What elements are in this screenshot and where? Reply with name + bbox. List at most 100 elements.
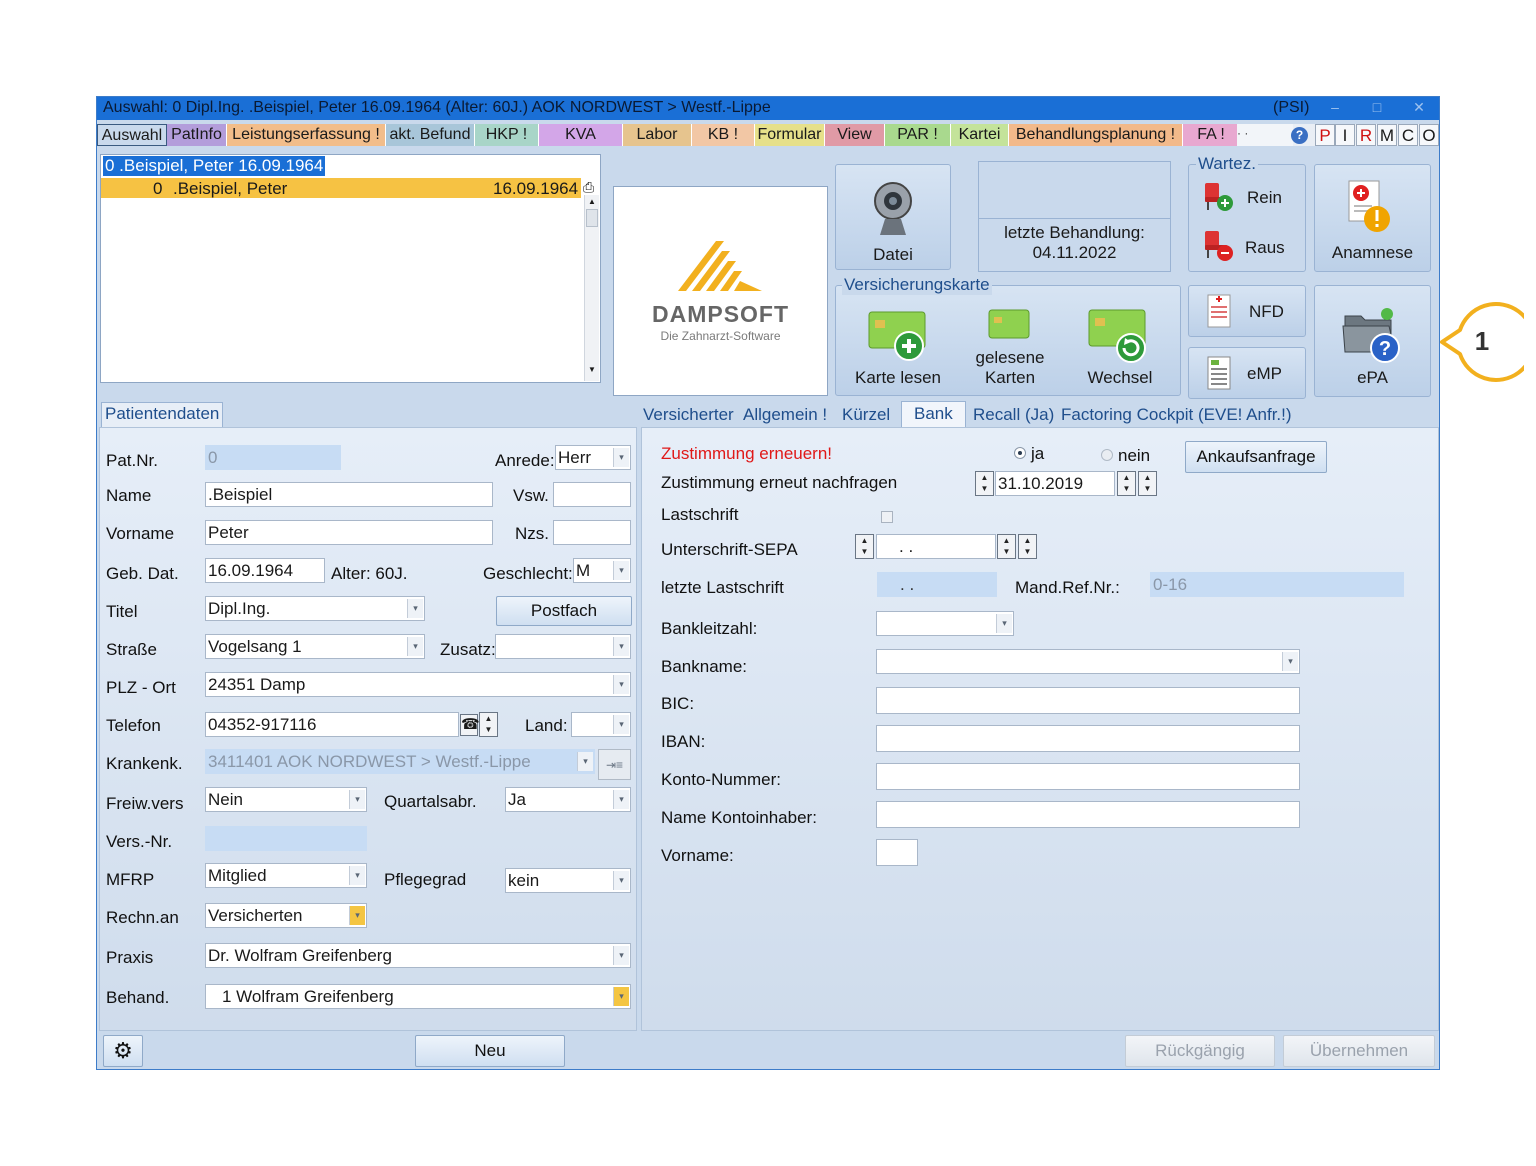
scroll-up-icon[interactable]: ▲ xyxy=(588,197,596,206)
postfach-button[interactable]: Postfach xyxy=(496,596,632,626)
wechsel-button[interactable]: Wechsel xyxy=(1065,302,1175,394)
behand-select[interactable]: 1 Wolfram Greifenberg ▾ xyxy=(205,984,631,1009)
ja-radio[interactable] xyxy=(1014,447,1026,459)
module-tab[interactable]: KVA xyxy=(539,124,623,146)
module-tab[interactable]: Leistungserfassung ! xyxy=(227,124,386,146)
chevron-down-icon[interactable]: ▾ xyxy=(996,614,1012,633)
insurance-list-icon[interactable]: ⇥≡ xyxy=(598,749,631,780)
gear-icon[interactable]: ⚙ xyxy=(103,1035,143,1067)
chevron-down-icon[interactable]: ▾ xyxy=(613,561,629,580)
nachfragen-date-field[interactable]: 31.10.2019 xyxy=(995,471,1115,496)
epa-button[interactable]: ? ePA xyxy=(1314,285,1431,397)
datei-button[interactable]: Datei xyxy=(835,164,951,270)
rueckgaengig-button[interactable]: Rückgängig xyxy=(1125,1035,1275,1067)
chevron-down-icon[interactable]: ▾ xyxy=(613,790,629,809)
anrede-select[interactable]: Herr ▾ xyxy=(555,445,631,470)
patient-row-selected[interactable]: 0 .Beispiel, Peter 16.09.1964 xyxy=(101,178,581,198)
konto-field[interactable] xyxy=(876,763,1300,790)
telefon-spinner[interactable]: ▲ ▼ xyxy=(479,712,498,737)
module-tab[interactable]: PatInfo xyxy=(167,124,227,146)
vorname-field[interactable]: Peter xyxy=(205,520,493,545)
i-button[interactable]: I xyxy=(1335,124,1355,146)
chevron-down-icon[interactable]: ▾ xyxy=(349,906,365,925)
module-tab[interactable]: Auswahl xyxy=(97,124,167,146)
strasse-select[interactable]: Vogelsang 1 ▾ xyxy=(205,634,425,659)
o-button[interactable]: O xyxy=(1419,124,1439,146)
chevron-down-icon[interactable]: ▾ xyxy=(613,871,629,890)
freiw-select[interactable]: Nein ▾ xyxy=(205,787,367,812)
r-button[interactable]: R xyxy=(1356,124,1376,146)
chevron-down-icon[interactable]: ▾ xyxy=(613,987,629,1006)
telefon-field[interactable]: 04352-917116 xyxy=(205,712,459,737)
zusatz-select[interactable]: ▾ xyxy=(495,634,631,659)
help-icon[interactable]: ? xyxy=(1291,127,1308,144)
c-button[interactable]: C xyxy=(1398,124,1418,146)
karte-lesen-button[interactable]: Karte lesen xyxy=(843,302,953,394)
module-tab[interactable]: HKP ! xyxy=(475,124,539,146)
print-icon[interactable]: ⎙ xyxy=(583,179,594,196)
module-tab[interactable]: FA ! xyxy=(1183,124,1240,146)
nein-radio[interactable] xyxy=(1101,449,1113,461)
titel-select[interactable]: Dipl.Ing. ▾ xyxy=(205,596,425,621)
chevron-down-icon[interactable]: ▾ xyxy=(1282,652,1298,671)
chevron-down-icon[interactable]: ▾ xyxy=(613,715,629,734)
maximize-button[interactable]: □ xyxy=(1365,99,1389,117)
close-button[interactable]: ✕ xyxy=(1407,99,1431,117)
nzs-field[interactable] xyxy=(553,520,631,545)
module-tab[interactable]: akt. Befund xyxy=(386,124,475,146)
sub-tab[interactable]: Allgemein ! xyxy=(743,405,827,425)
rein-button[interactable]: Rein xyxy=(1201,177,1301,213)
sepa-spinner-right-2[interactable]: ▲ ▼ xyxy=(1018,534,1037,559)
nfd-button[interactable]: NFD xyxy=(1188,285,1306,337)
neu-button[interactable]: Neu xyxy=(415,1035,565,1067)
praxis-select[interactable]: Dr. Wolfram Greifenberg ▾ xyxy=(205,943,631,968)
patient-list-scrollbar[interactable]: ▲ ▼ xyxy=(584,195,599,381)
sub-tab[interactable]: Kürzel xyxy=(842,405,890,425)
nachfragen-spinner-left[interactable]: ▲ ▼ xyxy=(975,471,994,496)
m-button[interactable]: M xyxy=(1377,124,1397,146)
ankaufsanfrage-button[interactable]: Ankaufsanfrage xyxy=(1185,441,1327,473)
module-tab[interactable]: Behandlungsplanung ! xyxy=(1009,124,1183,146)
tab-scroll-dots[interactable]: · · xyxy=(1237,124,1293,146)
chevron-down-icon[interactable]: ▾ xyxy=(407,599,423,618)
p-button[interactable]: P xyxy=(1315,124,1335,146)
sepa-date-field[interactable]: . . xyxy=(876,534,996,559)
chevron-down-icon[interactable]: ▾ xyxy=(613,637,629,656)
nachfragen-spinner-right-2[interactable]: ▲ ▼ xyxy=(1138,471,1157,496)
blz-select[interactable]: ▾ xyxy=(876,611,1014,636)
emp-button[interactable]: eMP xyxy=(1188,347,1306,399)
module-tab[interactable]: PAR ! xyxy=(885,124,951,146)
iban-field[interactable] xyxy=(876,725,1300,752)
name-field[interactable]: .Beispiel xyxy=(205,482,493,507)
lastschrift-checkbox[interactable] xyxy=(881,511,893,523)
module-tab[interactable]: Kartei xyxy=(951,124,1009,146)
bankname-select[interactable]: ▾ xyxy=(876,649,1300,674)
patient-list[interactable]: 0 .Beispiel, Peter 16.09.1964 0 .Beispie… xyxy=(100,154,601,383)
chevron-down-icon[interactable]: ▾ xyxy=(613,946,629,965)
gelesene-karten-button[interactable]: gelesene Karten xyxy=(955,302,1065,394)
sub-tab[interactable]: Bank xyxy=(901,401,966,428)
anamnese-button[interactable]: Anamnese xyxy=(1314,164,1431,272)
geschlecht-select[interactable]: M ▾ xyxy=(573,558,631,583)
module-tab[interactable]: Formular xyxy=(755,124,825,146)
tab-patientendaten[interactable]: Patientendaten xyxy=(101,402,224,428)
chevron-down-icon[interactable]: ▾ xyxy=(613,448,629,467)
scroll-down-icon[interactable]: ▼ xyxy=(588,365,596,374)
nachfragen-spinner-right-1[interactable]: ▲ ▼ xyxy=(1117,471,1136,496)
quartal-select[interactable]: Ja ▾ xyxy=(505,787,631,812)
rechn-select[interactable]: Versicherten ▾ xyxy=(205,903,367,928)
plz-select[interactable]: 24351 Damp ▾ xyxy=(205,672,631,697)
inhaber-field[interactable] xyxy=(876,801,1300,828)
chevron-down-icon[interactable]: ▾ xyxy=(349,790,365,809)
raus-button[interactable]: Raus xyxy=(1201,225,1301,263)
sepa-spinner-left[interactable]: ▲ ▼ xyxy=(855,534,874,559)
bic-field[interactable] xyxy=(876,687,1300,714)
chevron-down-icon[interactable]: ▾ xyxy=(349,866,365,885)
sub-tab[interactable]: Versicherter xyxy=(643,405,734,425)
chevron-down-icon[interactable]: ▾ xyxy=(613,675,629,694)
mfrp-select[interactable]: Mitglied ▾ xyxy=(205,863,367,888)
land-select[interactable]: ▾ xyxy=(571,712,631,737)
phone-icon[interactable]: ☎ xyxy=(460,714,480,736)
gebdat-field[interactable]: 16.09.1964 xyxy=(205,558,325,583)
module-tab[interactable]: KB ! xyxy=(692,124,755,146)
